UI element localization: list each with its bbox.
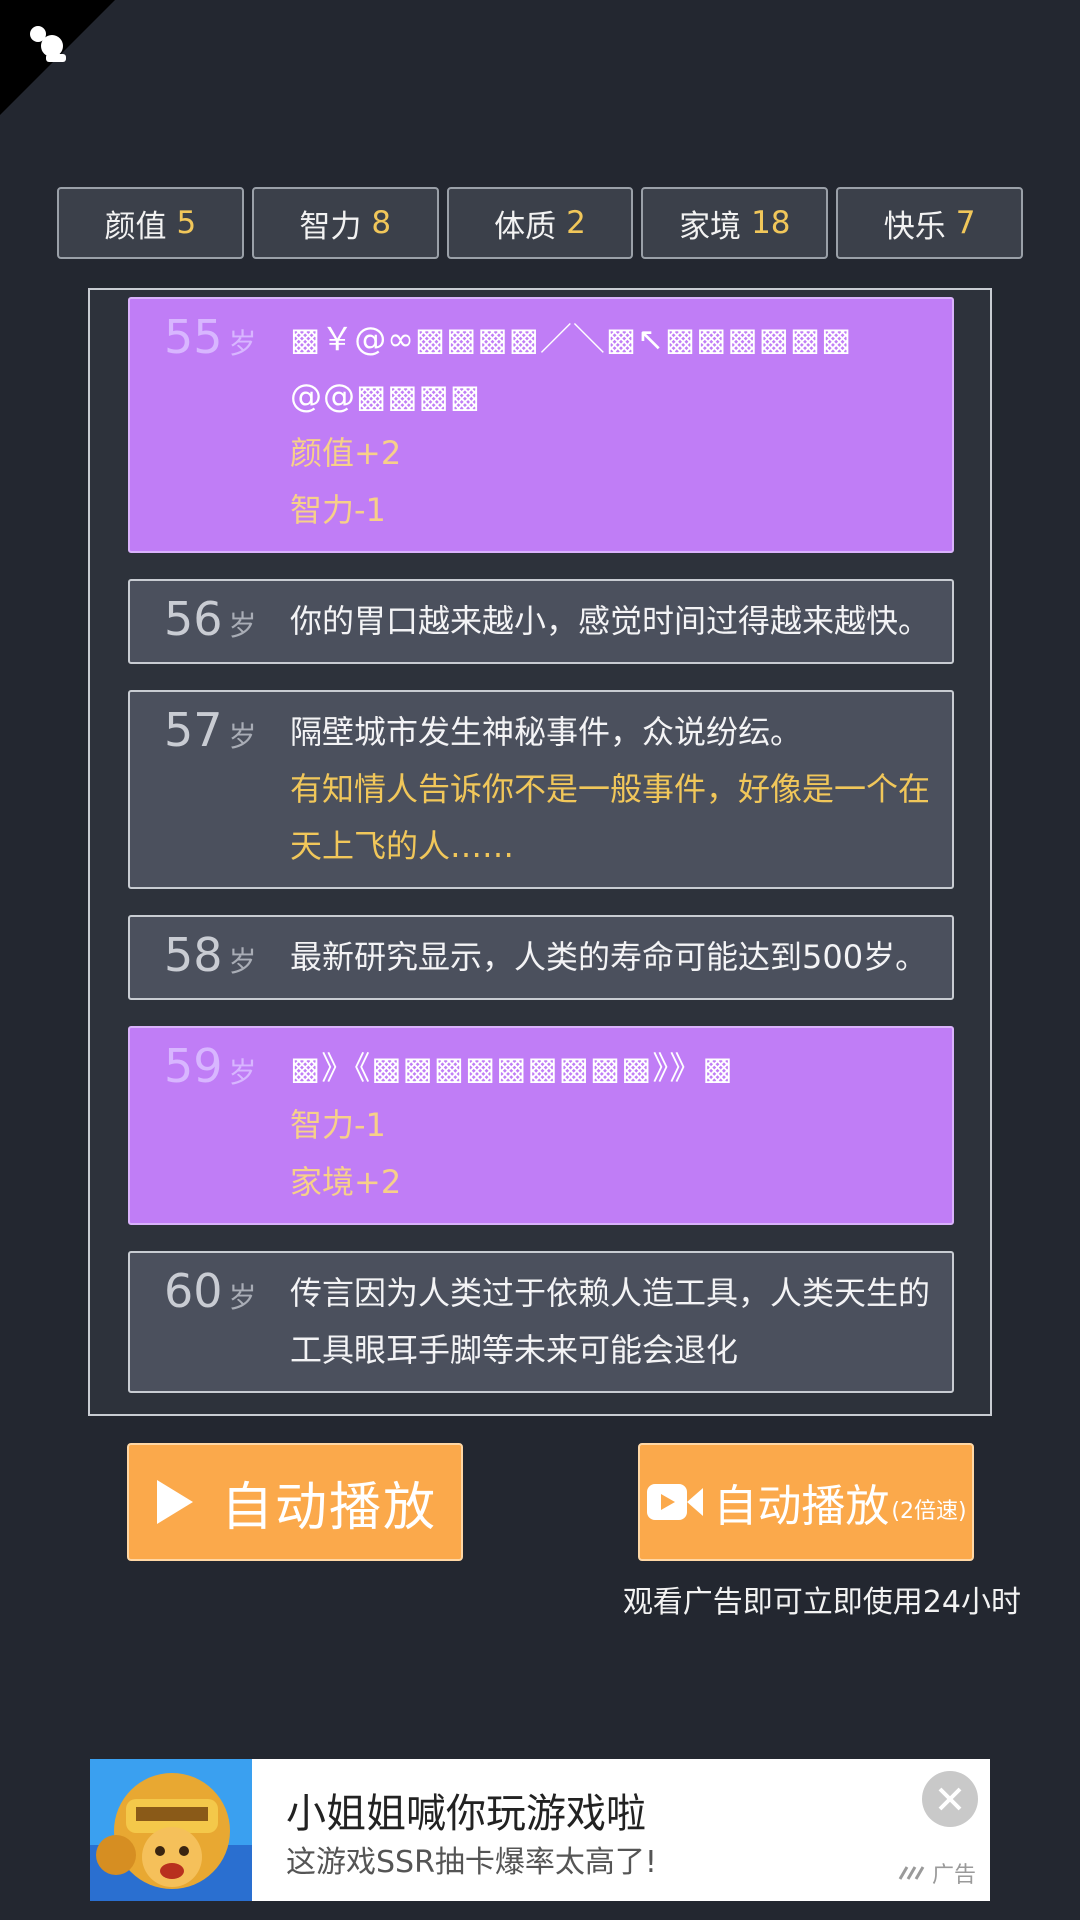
knight-character-icon <box>90 1759 252 1901</box>
event-log[interactable]: 55 岁 ▩￥@∞▩▩▩▩／＼▩↖▩▩▩▩▩▩ @@▩▩▩▩ 颜值+2 智力-1 … <box>88 288 992 1416</box>
video-camera-icon <box>647 1484 704 1520</box>
event-text: ▩￥@∞▩▩▩▩／＼▩↖▩▩▩▩▩▩ <box>290 320 853 358</box>
stat-value: 7 <box>955 205 976 241</box>
auto-play-button[interactable]: 自动播放 <box>127 1443 463 1561</box>
event-text: 传言因为人类过于依赖人造工具，人类天生的工具眼耳手脚等未来可能会退化 <box>290 1274 931 1369</box>
attribute-bar: 颜值 5 智力 8 体质 2 家境 18 快乐 7 <box>57 187 1023 259</box>
event-text: ▩》《▩▩▩▩▩▩▩▩▩》》▩ <box>290 1049 734 1087</box>
stat-label: 颜值 <box>104 208 167 245</box>
event-effect: 家境+2 <box>290 1163 402 1201</box>
event-age: 57 岁 <box>164 703 257 757</box>
stat-family-wealth: 家境 18 <box>641 187 829 259</box>
event-card: 56 岁 你的胃口越来越小，感觉时间过得越来越快。 <box>128 579 954 664</box>
ad-tag-label: 广告 <box>931 1863 976 1888</box>
close-icon <box>938 1787 962 1811</box>
event-card: 60 岁 传言因为人类过于依赖人造工具，人类天生的工具眼耳手脚等未来可能会退化 <box>128 1251 954 1393</box>
auto-play-ad-label: 自动播放 <box>713 1481 890 1532</box>
event-age: 60 岁 <box>164 1264 257 1318</box>
ad-title: 小姐姐喊你玩游戏啦 <box>286 1791 646 1837</box>
stat-value: 5 <box>176 205 197 241</box>
stat-constitution: 体质 2 <box>446 187 634 259</box>
auto-play-label: 自动播放 <box>220 1477 437 1538</box>
event-age: 59 岁 <box>164 1039 257 1093</box>
event-age: 58 岁 <box>164 928 257 982</box>
event-effect: 智力-1 <box>290 491 386 529</box>
event-text: 最新研究显示，人类的寿命可能达到500岁。 <box>290 938 928 976</box>
event-effect: 智力-1 <box>290 1106 386 1144</box>
speed-label: (2倍速) <box>891 1499 967 1524</box>
stat-intelligence: 智力 8 <box>251 187 439 259</box>
character-icon[interactable] <box>24 24 72 64</box>
ad-logo-icon <box>898 1866 925 1880</box>
stat-value: 2 <box>566 205 586 241</box>
play-icon <box>156 1480 193 1524</box>
event-card: 59 岁 ▩》《▩▩▩▩▩▩▩▩▩》》▩ 智力-1 家境+2 <box>128 1026 954 1225</box>
stat-value: 18 <box>751 205 791 241</box>
stat-appearance: 颜值 5 <box>57 187 244 259</box>
event-age: 56 岁 <box>164 592 257 646</box>
event-card: 55 岁 ▩￥@∞▩▩▩▩／＼▩↖▩▩▩▩▩▩ @@▩▩▩▩ 颜值+2 智力-1 <box>128 297 954 553</box>
stat-value: 8 <box>371 205 392 241</box>
stat-label: 快乐 <box>883 208 946 245</box>
event-list: 55 岁 ▩￥@∞▩▩▩▩／＼▩↖▩▩▩▩▩▩ @@▩▩▩▩ 颜值+2 智力-1 … <box>128 297 954 1414</box>
stat-label: 家境 <box>679 208 742 245</box>
stat-happiness: 快乐 7 <box>836 187 1023 259</box>
event-card: 57 岁 隔壁城市发生神秘事件，众说纷纭。 有知情人告诉你不是一般事件，好像是一个… <box>128 690 954 889</box>
auto-play-ad-button[interactable]: 自动播放 (2倍速) <box>638 1443 974 1561</box>
ad-note: 观看广告即可立即使用24小时 <box>622 1585 1021 1620</box>
ad-subtitle: 这游戏SSR抽卡爆率太高了! <box>286 1845 657 1880</box>
ad-tag: 广告 <box>898 1857 976 1889</box>
stat-label: 智力 <box>299 208 362 245</box>
banner-ad[interactable]: 小姐姐喊你玩游戏啦 这游戏SSR抽卡爆率太高了! 广告 <box>90 1759 990 1901</box>
event-age: 55 岁 <box>164 310 257 364</box>
event-text: @@▩▩▩▩ <box>290 377 481 415</box>
event-card: 58 岁 最新研究显示，人类的寿命可能达到500岁。 <box>128 915 954 1000</box>
event-text: 有知情人告诉你不是一般事件，好像是一个在天上飞的人…… <box>290 770 931 865</box>
event-effect: 颜值+2 <box>290 434 402 472</box>
ad-close-button[interactable] <box>922 1771 978 1827</box>
stat-label: 体质 <box>494 208 557 245</box>
event-text: 隔壁城市发生神秘事件，众说纷纭。 <box>290 713 803 751</box>
event-text: 你的胃口越来越小，感觉时间过得越来越快。 <box>290 602 931 640</box>
